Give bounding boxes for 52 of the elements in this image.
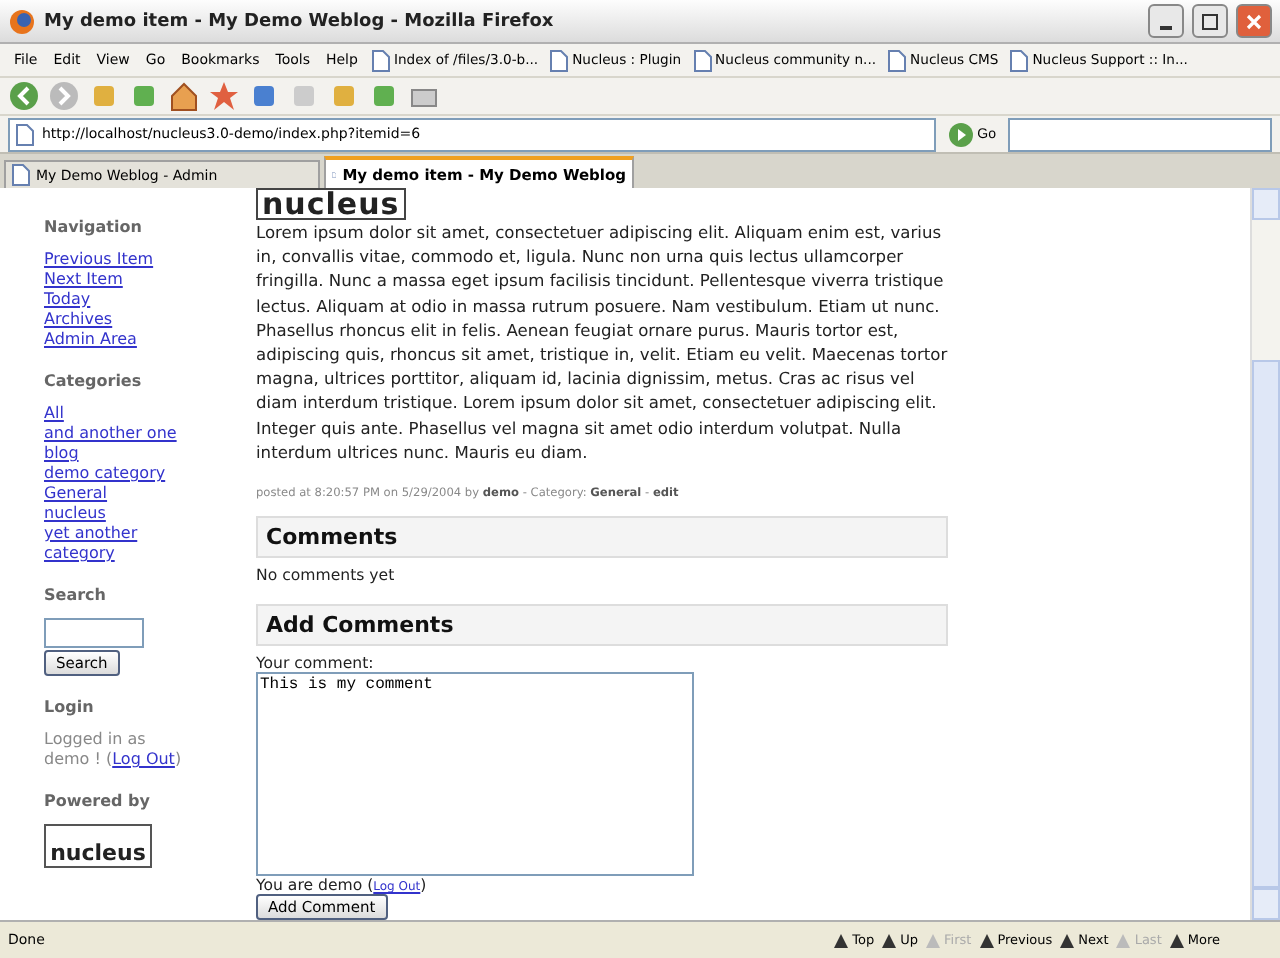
sidebar-heading: Categories — [44, 372, 144, 390]
arrow-icon — [926, 932, 940, 948]
close-button[interactable] — [1236, 4, 1272, 38]
scrollbar[interactable] — [1250, 188, 1280, 920]
forward-icon[interactable] — [48, 80, 80, 112]
minimize-button[interactable] — [1148, 4, 1184, 38]
sidebar-link[interactable]: Today — [44, 290, 91, 310]
sidebar-link[interactable]: General — [44, 484, 108, 504]
sidebar-heading: Search — [44, 586, 108, 604]
close-icon — [1246, 13, 1262, 29]
minimize-icon — [1160, 25, 1172, 29]
page-icon — [1010, 49, 1029, 71]
sidebar-link[interactable]: yet another category — [44, 524, 212, 564]
sidebar-heading: Powered by — [44, 792, 152, 810]
sidebar-link[interactable]: blog — [44, 444, 79, 464]
page-icon — [371, 49, 390, 71]
arrow-icon — [979, 932, 994, 948]
maximize-icon — [1202, 13, 1218, 29]
arrow-icon — [882, 932, 897, 948]
sidebar-link[interactable]: Admin Area — [44, 330, 137, 350]
sidebar-link[interactable]: Archives — [44, 310, 113, 330]
nucleus-logo[interactable]: nucleus — [44, 824, 152, 868]
window-title: My demo item - My Demo Weblog - Mozilla Firefox — [44, 11, 556, 31]
arrow-icon — [1060, 932, 1075, 948]
add-comments-heading: Add Comments — [256, 604, 948, 647]
page-icon — [16, 123, 34, 145]
sidebar-link[interactable]: All — [44, 404, 64, 424]
nucleus-logo: nucleus — [256, 188, 406, 220]
back-icon[interactable] — [8, 80, 40, 112]
comment-field[interactable]: This is my comment — [256, 672, 694, 876]
search-field[interactable] — [44, 618, 144, 648]
comments-heading: Comments — [256, 516, 948, 559]
login-status: Logged in as demo ! (Log Out) — [44, 730, 184, 770]
sidebar-heading: Navigation — [44, 218, 144, 236]
page-icon — [888, 49, 907, 71]
sidebar-link[interactable]: demo category — [44, 464, 166, 484]
browser-icon — [8, 7, 36, 35]
page-icon — [693, 49, 712, 71]
search-field[interactable] — [1008, 117, 1272, 151]
arrow-icon — [1169, 932, 1184, 948]
page-icon — [550, 49, 569, 71]
sidebar-heading: Login — [44, 698, 96, 716]
sidebar-link[interactable]: and another one — [44, 424, 177, 444]
sidebar-link[interactable]: nucleus — [44, 504, 106, 524]
arrow-icon — [1116, 932, 1131, 948]
arrow-icon — [834, 932, 849, 948]
sidebar-link[interactable]: Next Item — [44, 270, 123, 290]
post-body: Lorem ipsum dolor sit amet, consectetuer adipiscing elit. Aliquam enim est, varius in, convallis vitae, commodo et, ligula. Nunc non urna quis lectus ullamcorper fringilla. Nunc a massa eget ipsum facilisis tincidunt. Pellentesque viverra tristique lectus. Aliquam at odio in massa rutrum posuere. Nam vestibulum. Etiam ut nunc. Phasellus rhoncus elit in felis. Aenean feugiat ornare purus. Mauris tortor est, adipiscing quis, rhoncus sit amet, tristique in, velit. Etiam eu velit. Maecenas tortor magna, ultrices porttitor, aliquam id, lacinia dignissim, metus. Cras ac risus vel diam interdum tristique. Lorem ipsum dolor sit amet, consectetuer adipiscing elit. Integer quis ante. Phasellus vel magna sit amet odio interdum volutpat. Nulla interdum ultrices nunc. Mauris eu diam. — [256, 220, 948, 465]
star-icon[interactable] — [208, 80, 240, 112]
sidebar-link[interactable]: Previous Item — [44, 250, 154, 270]
logout-link[interactable]: Log Out — [112, 750, 175, 768]
maximize-button[interactable] — [1192, 4, 1228, 38]
